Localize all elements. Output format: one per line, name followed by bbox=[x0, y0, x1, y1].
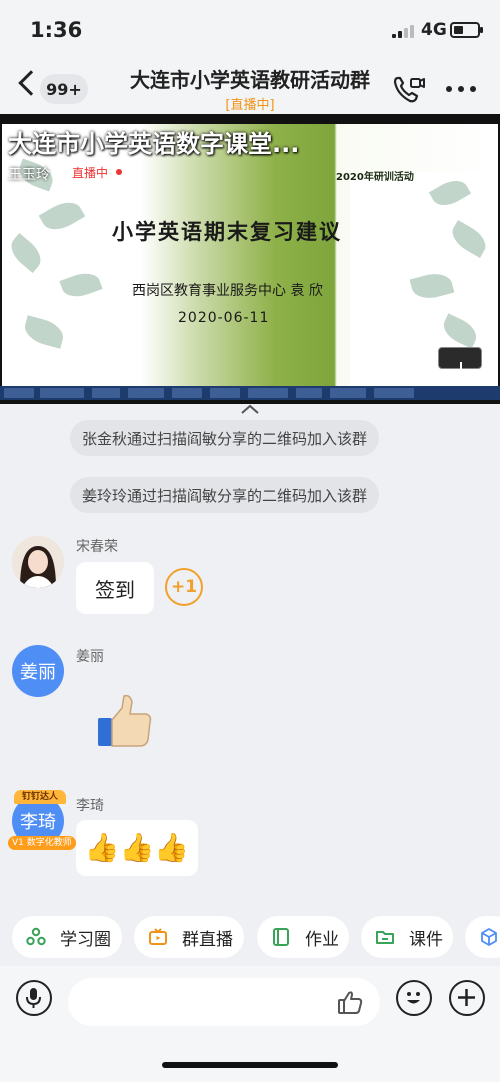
chip-courseware[interactable]: 课件 bbox=[361, 916, 453, 958]
fullscreen-icon[interactable] bbox=[460, 362, 476, 378]
user-badge: V1 数字化教师 bbox=[8, 836, 76, 850]
thumbs-up-emoji: 👍👍👍 bbox=[84, 831, 190, 864]
live-status-tag[interactable]: [直播中] bbox=[102, 94, 398, 113]
network-type: 4G bbox=[421, 20, 447, 40]
unread-count-badge[interactable]: 99+ bbox=[40, 74, 88, 104]
folder-icon bbox=[376, 931, 394, 944]
avatar[interactable]: 姜丽 bbox=[12, 645, 64, 697]
system-notice: 张金秋通过扫描阎敏分享的二维码加入该群 bbox=[70, 420, 380, 456]
plus-one-button[interactable]: +1 bbox=[165, 568, 203, 606]
cube-icon bbox=[481, 928, 497, 946]
study-circle-icon bbox=[26, 927, 46, 946]
slide-activity-tag: 2020年研训活动 bbox=[336, 172, 414, 183]
thumbs-up-sticker[interactable] bbox=[82, 680, 162, 760]
chip-label: 学习圈 bbox=[60, 929, 111, 950]
sender-name: 李琦 bbox=[76, 798, 104, 814]
slide-heading: 小学英语期末复习建议 bbox=[112, 220, 342, 244]
thumbs-up-icon bbox=[98, 694, 152, 747]
chip-group-live[interactable]: 群直播 bbox=[134, 916, 244, 958]
message-bubble[interactable]: 签到 bbox=[76, 562, 154, 614]
live-badge: 直播中 bbox=[68, 162, 126, 182]
live-tv-icon bbox=[149, 928, 167, 945]
streamer-name: 王玉玲 bbox=[8, 167, 50, 183]
chip-label: 群直播 bbox=[182, 929, 233, 950]
chip-label: 课件 bbox=[409, 929, 443, 950]
home-indicator bbox=[162, 1062, 338, 1068]
emoji-icon[interactable] bbox=[396, 980, 432, 1016]
desktop-taskbar bbox=[0, 386, 500, 400]
chevron-up-icon[interactable] bbox=[240, 402, 260, 416]
sender-name: 宋春荣 bbox=[76, 539, 118, 555]
phone-video-call-icon[interactable] bbox=[392, 74, 426, 104]
plus-icon[interactable] bbox=[449, 980, 485, 1016]
slide-date: 2020-06-11 bbox=[178, 310, 270, 326]
battery-icon bbox=[450, 22, 483, 38]
system-notice: 姜玲玲通过扫描阎敏分享的二维码加入该群 bbox=[70, 477, 380, 513]
chat-header: 99+ 大连市小学英语教研活动群 [直播中] bbox=[0, 56, 500, 114]
avatar-frame-tag: 钉钉达人 bbox=[14, 790, 66, 804]
more-options-icon[interactable] bbox=[446, 86, 476, 92]
signal-icon bbox=[392, 24, 414, 38]
like-icon[interactable] bbox=[336, 988, 364, 1016]
avatar-photo[interactable] bbox=[12, 536, 64, 588]
chip-label: 作业 bbox=[305, 929, 339, 950]
chat-title: 大连市小学英语教研活动群 bbox=[130, 68, 370, 92]
chip-more[interactable] bbox=[465, 916, 500, 958]
user-portrait-icon bbox=[12, 536, 64, 588]
slide-presenter: 西岗区教育事业服务中心 袁 欣 bbox=[132, 283, 323, 299]
message-bubble[interactable]: 👍👍👍 bbox=[76, 820, 198, 876]
live-stream-video[interactable]: 2020年研训活动 小学英语期末复习建议 西岗区教育事业服务中心 袁 欣 202… bbox=[0, 114, 500, 404]
chip-study-circle[interactable]: 学习圈 bbox=[12, 916, 122, 958]
status-bar: 1:36 4G bbox=[0, 0, 500, 56]
message-input-bar bbox=[0, 966, 500, 1082]
message-input[interactable] bbox=[68, 978, 380, 1026]
picture-in-picture-icon[interactable] bbox=[400, 350, 422, 370]
sender-name: 姜丽 bbox=[76, 649, 104, 665]
microphone-icon[interactable] bbox=[16, 980, 52, 1016]
stream-title: 大连市小学英语数字课堂... bbox=[8, 130, 300, 158]
chip-homework[interactable]: 作业 bbox=[257, 916, 349, 958]
homework-icon bbox=[273, 928, 289, 946]
clock: 1:36 bbox=[30, 18, 83, 42]
